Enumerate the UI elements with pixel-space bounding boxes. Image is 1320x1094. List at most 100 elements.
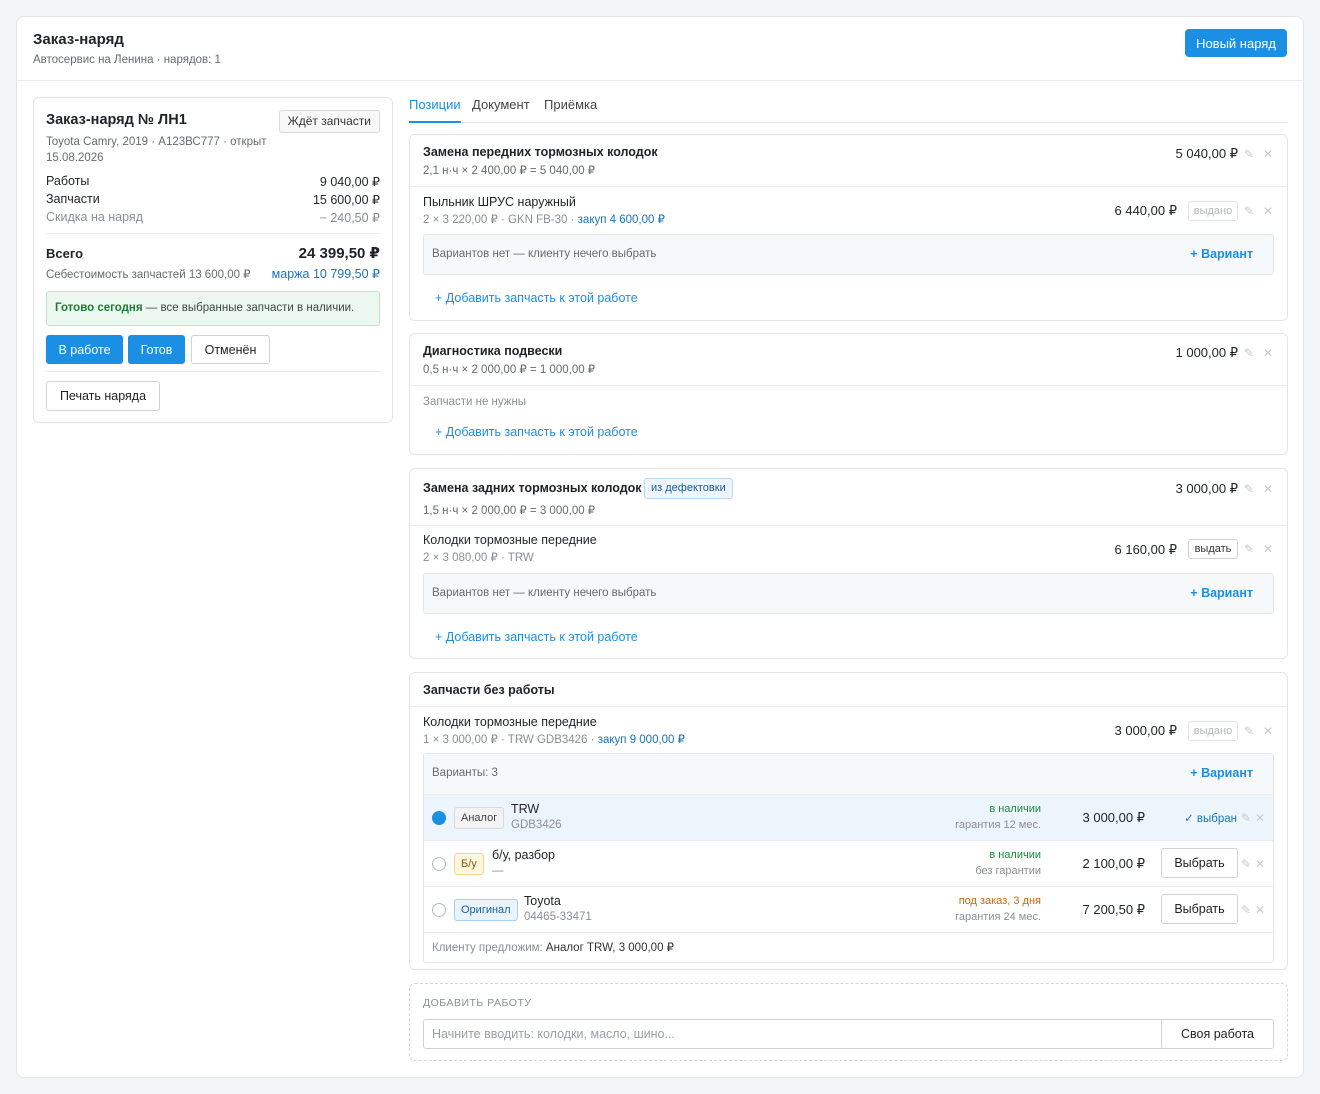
variant-code: 04465-33471 (524, 911, 592, 923)
cost-row: Себестоимость запчастей 13 600,00 ₽ марж… (46, 266, 380, 281)
tab-reception[interactable]: Приёмка (544, 97, 597, 123)
close-icon[interactable]: ✕ (1261, 724, 1275, 738)
job-title: Диагностика подвески (423, 344, 563, 358)
pencil-icon[interactable]: ✎ (1239, 857, 1253, 871)
issued-button[interactable]: выдано (1188, 201, 1238, 221)
variant-selected-label: ✓ выбран (1184, 813, 1237, 825)
part-sub-text: 2 × 3 220,00 ₽ · GKN FB-30 · (423, 214, 578, 226)
job-card: Диагностика подвески 0,5 н·ч × 2 000,00 … (409, 333, 1288, 455)
variants-empty-text: Вариантов нет — клиенту нечего выбрать (432, 248, 657, 260)
work-search-input[interactable] (423, 1019, 1167, 1049)
variant-brand: б/у, разбор (492, 848, 555, 862)
close-icon[interactable]: ✕ (1261, 204, 1275, 218)
variant-warranty: гарантия 12 мес. (955, 819, 1041, 831)
close-icon[interactable]: ✕ (1253, 857, 1267, 871)
pencil-icon[interactable]: ✎ (1242, 482, 1256, 496)
add-variant-link[interactable]: + Вариант (1190, 247, 1253, 261)
issued-button[interactable]: выдано (1188, 721, 1238, 741)
issue-button[interactable]: выдать (1188, 539, 1238, 559)
variant-radio[interactable] (432, 811, 446, 825)
variant-type-tag: Аналог (454, 807, 505, 829)
job-title: Замена передних тормозных колодок (423, 145, 658, 159)
variant-radio[interactable] (432, 857, 446, 871)
job-price: 1 000,00 ₽ (1175, 345, 1239, 360)
job-title: Замена задних тормозных колодок (423, 481, 642, 495)
ready-notice: Готово сегодня — все выбранные запчасти … (46, 291, 380, 326)
job-formula: 1,5 н·ч × 2 000,00 ₽ = 3 000,00 ₽ (423, 505, 596, 517)
close-icon[interactable]: ✕ (1261, 147, 1275, 161)
job-card: Замена задних тормозных колодок из дефек… (409, 468, 1288, 659)
part-details: 2 × 3 080,00 ₽ · TRW (423, 552, 534, 564)
add-part-link[interactable]: + Добавить запчасть к этой работе (435, 291, 638, 305)
divider (410, 706, 1287, 707)
variant-row[interactable]: Аналог TRW GDB3426 в наличии гарантия 12… (424, 794, 1273, 840)
add-part-link[interactable]: + Добавить запчасть к этой работе (435, 630, 638, 644)
tab-positions[interactable]: Позиции (409, 97, 461, 123)
variant-row[interactable]: Б/у б/у, разбор — в наличии без гарантии… (424, 840, 1273, 886)
pencil-icon[interactable]: ✎ (1239, 811, 1253, 825)
pencil-icon[interactable]: ✎ (1242, 346, 1256, 360)
tab-document[interactable]: Документ (472, 97, 530, 123)
parts-row: Запчасти 15 600,00 ₽ (46, 192, 380, 207)
variant-row[interactable]: Оригинал Toyota 04465-33471 под заказ, 3… (424, 886, 1273, 932)
divider (410, 525, 1287, 526)
close-icon[interactable]: ✕ (1261, 346, 1275, 360)
part-price: 6 160,00 ₽ (1114, 542, 1178, 557)
car-info: Toyota Camry, 2019 · А123ВС777 · открыт … (46, 136, 267, 164)
close-icon[interactable]: ✕ (1253, 903, 1267, 917)
variant-stock: в наличии (989, 849, 1041, 861)
discount-label: Скидка на наряд (46, 210, 143, 224)
parts-cost: Себестоимость запчастей 13 600,00 ₽ (46, 269, 251, 281)
new-order-button[interactable]: Новый наряд (1185, 29, 1287, 57)
variant-radio[interactable] (432, 903, 446, 917)
choose-variant-button[interactable]: Выбрать (1161, 894, 1238, 924)
pencil-icon[interactable]: ✎ (1242, 724, 1256, 738)
add-variant-link[interactable]: + Вариант (1190, 766, 1253, 780)
part-name: Пыльник ШРУС наружный (423, 195, 576, 209)
variant-code: — (492, 865, 504, 877)
pencil-icon[interactable]: ✎ (1242, 542, 1256, 556)
add-part-link[interactable]: + Добавить запчасть к этой работе (435, 425, 638, 439)
variants-box: Вариантов нет — клиенту нечего выбрать +… (423, 573, 1274, 614)
status-cancelled-button[interactable]: Отменён (191, 335, 270, 364)
discount-row: Скидка на наряд − 240,50 ₽ (46, 210, 380, 225)
pencil-icon[interactable]: ✎ (1242, 204, 1256, 218)
part-sub-text: 1 × 3 000,00 ₽ · TRW GDB3426 · (423, 734, 598, 746)
offer-label: Клиенту предложим: (432, 942, 546, 954)
section-title: Запчасти без работы (423, 683, 555, 697)
page-subtitle: Автосервис на Ленина · нарядов: 1 (33, 54, 221, 66)
ready-text: — все выбранные запчасти в наличии. (142, 302, 355, 314)
add-variant-link[interactable]: + Вариант (1190, 586, 1253, 600)
job-price: 3 000,00 ₽ (1175, 481, 1239, 496)
variant-code: GDB3426 (511, 819, 562, 831)
discount-value: − 240,50 ₽ (319, 211, 380, 225)
pencil-icon[interactable]: ✎ (1239, 903, 1253, 917)
variants-empty-text: Вариантов нет — клиенту нечего выбрать (432, 587, 657, 599)
close-icon[interactable]: ✕ (1253, 811, 1267, 825)
works-label: Работы (46, 174, 90, 188)
choose-variant-button[interactable]: Выбрать (1161, 848, 1238, 878)
status-in-work-button[interactable]: В работе (46, 335, 123, 364)
total-value: 24 399,50 ₽ (298, 245, 380, 262)
print-order-button[interactable]: Печать наряда (46, 381, 160, 411)
status-done-button[interactable]: Готов (128, 335, 185, 364)
divider (424, 932, 1273, 933)
client-offer: Клиенту предложим: Аналог TRW, 3 000,00 … (432, 940, 674, 954)
pencil-icon[interactable]: ✎ (1242, 147, 1256, 161)
variants-count: Варианты: 3 (432, 767, 498, 779)
total-label: Всего (46, 246, 84, 261)
custom-work-button[interactable]: Своя работа (1161, 1019, 1274, 1049)
variant-warranty: без гарантии (975, 865, 1041, 877)
divider (410, 385, 1287, 386)
ready-title: Готово сегодня (55, 302, 143, 314)
variant-price: 2 100,00 ₽ (1082, 856, 1146, 871)
close-icon[interactable]: ✕ (1261, 482, 1275, 496)
close-icon[interactable]: ✕ (1261, 542, 1275, 556)
variants-list: Варианты: 3 + Вариант Аналог TRW GDB3426… (423, 753, 1274, 963)
offer-value: Аналог TRW, 3 000,00 ₽ (545, 942, 674, 954)
variant-brand: TRW (511, 802, 540, 816)
parts-label: Запчасти (46, 192, 100, 206)
variant-price: 7 200,50 ₽ (1082, 902, 1146, 917)
part-details: 2 × 3 220,00 ₽ · GKN FB-30 · закуп 4 600… (423, 212, 665, 226)
defect-tag: из дефектовки (644, 478, 733, 499)
